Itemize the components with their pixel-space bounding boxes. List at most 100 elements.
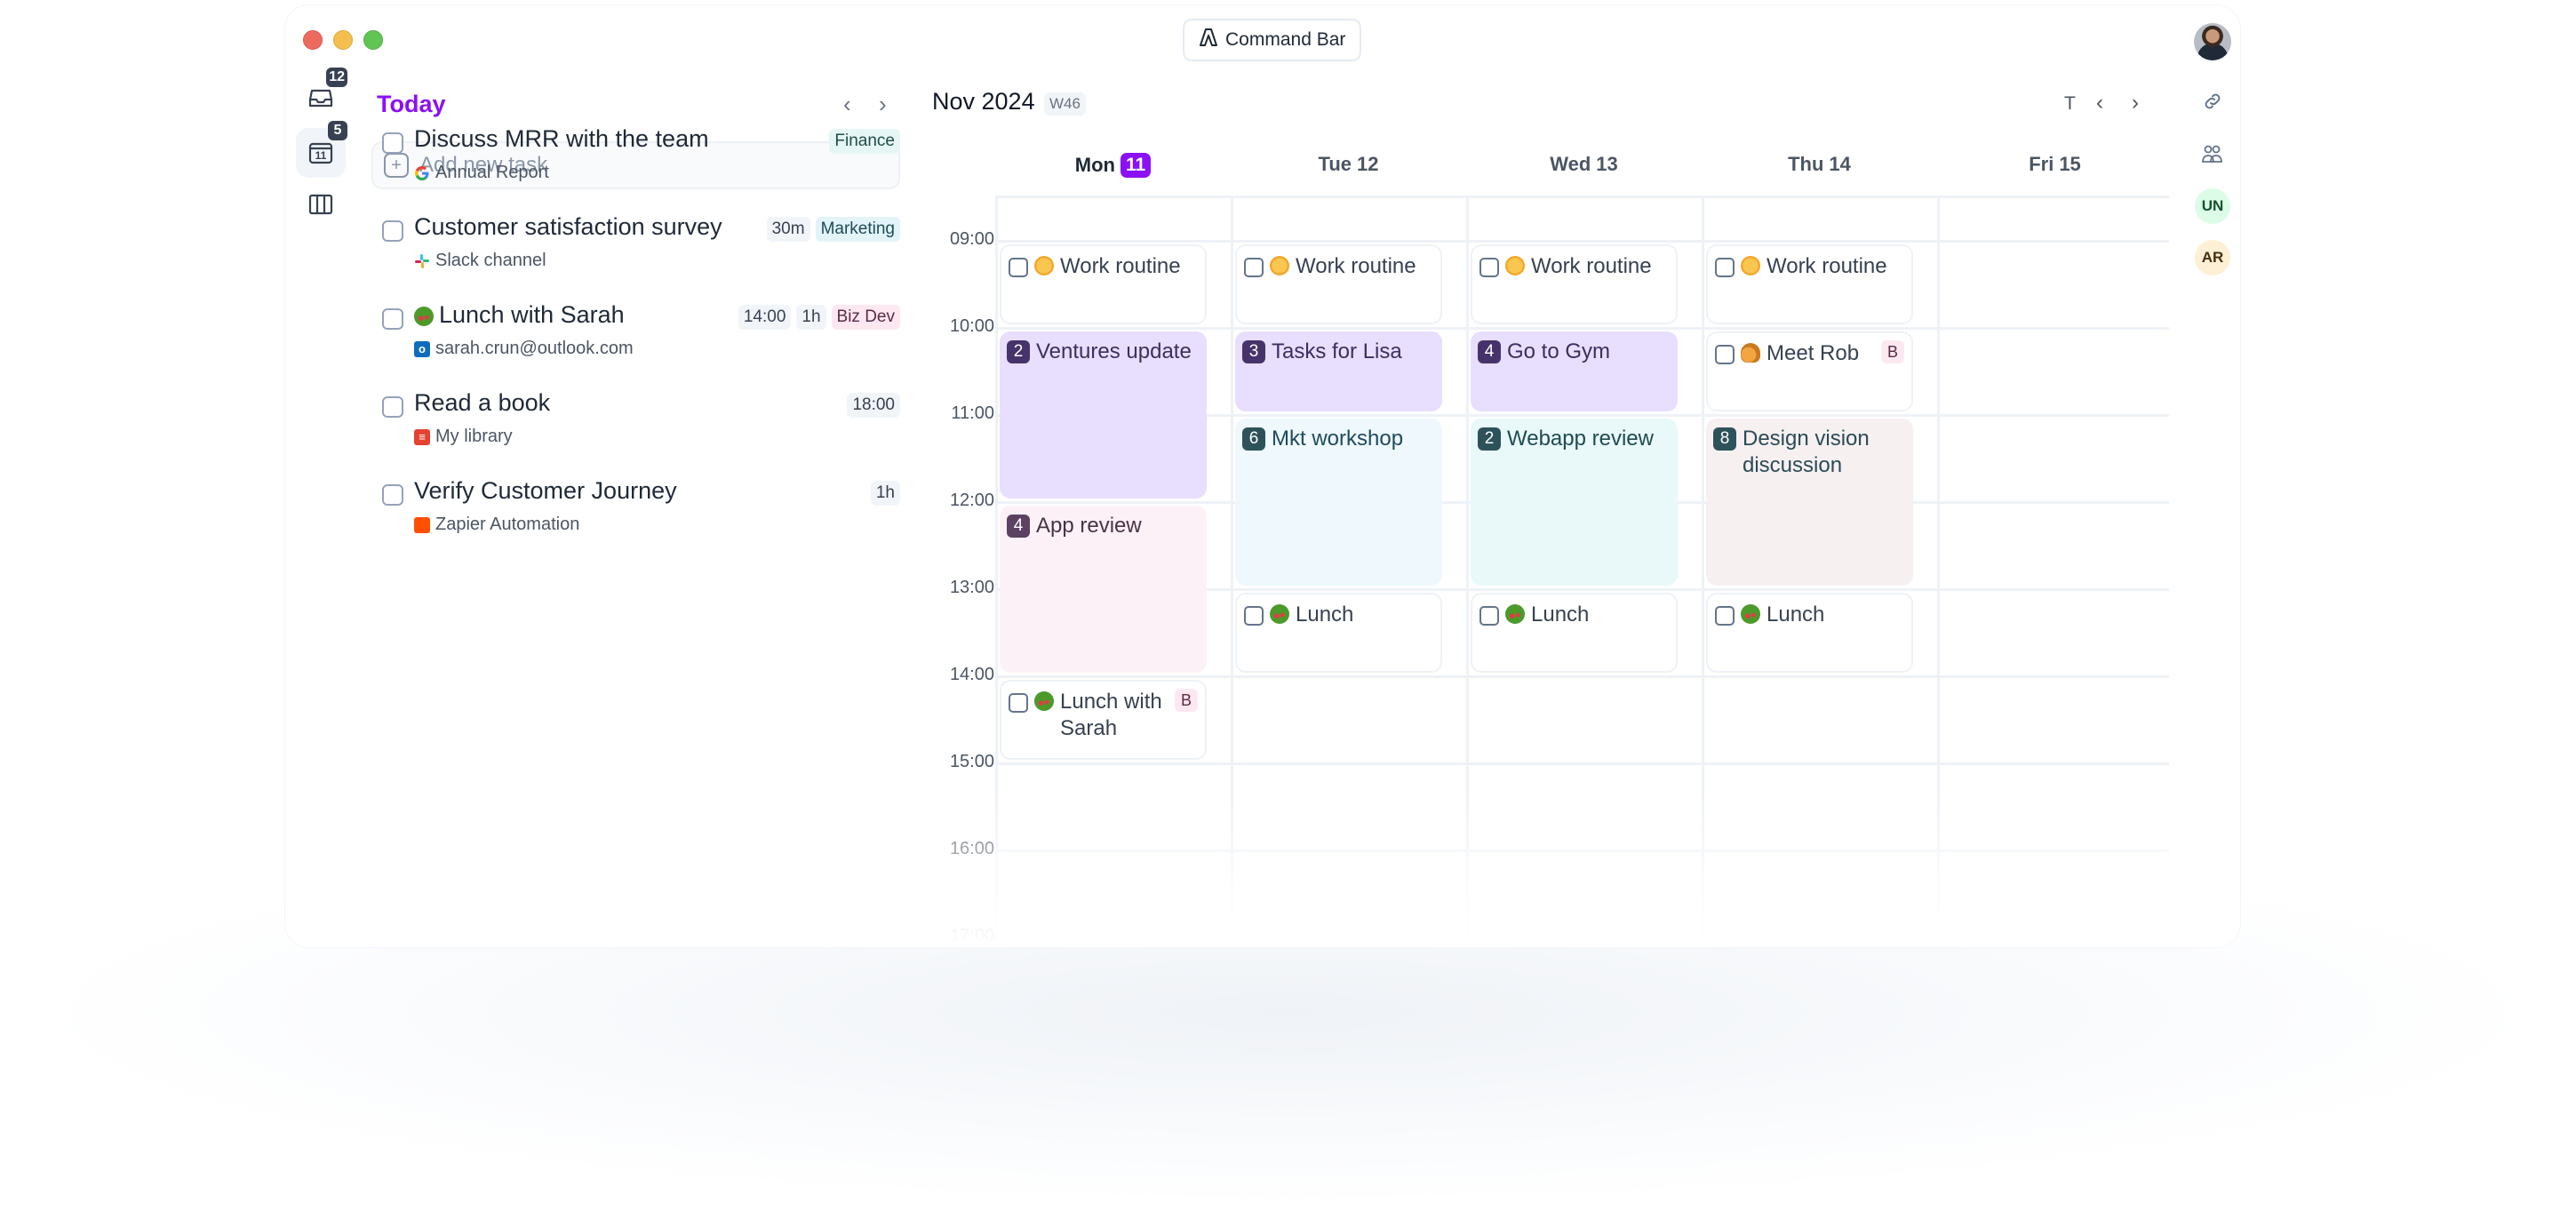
task-item[interactable]: Lunch with Sarah o sarah.crun@outlook.co… bbox=[371, 299, 900, 379]
event-count-badge: 8 bbox=[1713, 427, 1736, 451]
hour-label: 15:00 bbox=[949, 752, 994, 771]
day-name: Tue bbox=[1318, 153, 1352, 175]
calendar-event[interactable]: Meet Rob B bbox=[1706, 331, 1913, 411]
rail-inbox-button[interactable]: 12 bbox=[296, 68, 347, 124]
task-tag: 1h bbox=[796, 305, 826, 330]
task-item[interactable]: Customer satisfaction survey Slack chann… bbox=[371, 211, 900, 291]
google-icon bbox=[414, 165, 430, 181]
event-checkbox[interactable] bbox=[1715, 606, 1735, 626]
task-title: Lunch with Sarah bbox=[439, 301, 625, 328]
hour-line bbox=[995, 240, 2169, 243]
task-title: Read a book bbox=[414, 389, 551, 416]
calendar-event[interactable]: 3 Tasks for Lisa bbox=[1235, 331, 1442, 411]
calendar-prev-button[interactable]: ‹ bbox=[2096, 91, 2103, 116]
app-window: Command Bar 12 11 5 Today ‹ › + Add new … bbox=[284, 4, 2241, 948]
calendar-event[interactable]: 8 Design vision discussion bbox=[1706, 419, 1913, 586]
command-bar-icon bbox=[1199, 28, 1218, 52]
tasks-prev-button[interactable]: ‹ bbox=[843, 91, 851, 118]
hour-line bbox=[995, 675, 2169, 678]
calendar-event[interactable]: Lunch bbox=[1471, 593, 1678, 673]
maximize-window-button[interactable] bbox=[363, 30, 383, 50]
day-name: Wed bbox=[1550, 153, 1591, 175]
inbox-badge: 12 bbox=[326, 68, 347, 87]
collaborator-avatar-un[interactable]: UN bbox=[2195, 188, 2230, 224]
hour-line bbox=[995, 937, 2169, 939]
command-bar-button[interactable]: Command Bar bbox=[1183, 19, 1362, 61]
task-source[interactable]: Slack channel bbox=[435, 251, 546, 271]
task-checkbox[interactable] bbox=[382, 484, 403, 506]
tasks-next-button[interactable]: › bbox=[879, 91, 887, 118]
calendar-event[interactable]: 2 Webapp review bbox=[1471, 419, 1678, 586]
task-title: Customer satisfaction survey bbox=[414, 213, 722, 240]
day-header-mon[interactable]: Mon 11 bbox=[995, 153, 1231, 178]
day-header-wed[interactable]: Wed 13 bbox=[1466, 153, 1702, 176]
task-item[interactable]: Read a book ≡ My library 18:00 bbox=[371, 387, 900, 467]
calendar-event[interactable]: Work routine bbox=[1706, 244, 1913, 324]
event-checkbox[interactable] bbox=[1715, 345, 1735, 364]
day-header-tue[interactable]: Tue 12 bbox=[1231, 153, 1466, 176]
calendar-event[interactable]: Work routine bbox=[1471, 244, 1678, 324]
calendar-event[interactable]: Lunch bbox=[1235, 593, 1442, 673]
task-source[interactable]: My library bbox=[435, 427, 513, 447]
event-count-badge: 2 bbox=[1478, 427, 1501, 451]
minimize-window-button[interactable] bbox=[333, 30, 353, 50]
calendar-badge: 5 bbox=[328, 121, 347, 140]
event-title: Webapp review bbox=[1507, 427, 1654, 451]
task-checkbox[interactable] bbox=[382, 220, 403, 242]
calendar-event[interactable]: Lunch with Sarah B bbox=[1000, 680, 1207, 760]
command-bar-label: Command Bar bbox=[1225, 29, 1346, 50]
task-checkbox[interactable] bbox=[382, 396, 403, 418]
event-title: Work routine bbox=[1767, 254, 1887, 278]
day-header-fri[interactable]: Fri 15 bbox=[1937, 153, 2173, 176]
week-number-badge: W46 bbox=[1044, 92, 1086, 116]
day-column-line bbox=[1466, 196, 1469, 947]
rail-calendar-button[interactable]: 11 5 bbox=[296, 121, 347, 178]
task-source[interactable]: Annual Report bbox=[435, 163, 549, 183]
task-tag: 1h bbox=[870, 481, 900, 506]
task-title: Verify Customer Journey bbox=[414, 477, 677, 504]
grid-header-line bbox=[995, 196, 2169, 198]
calendar-event[interactable]: 6 Mkt workshop bbox=[1235, 419, 1442, 586]
event-checkbox[interactable] bbox=[1479, 606, 1499, 626]
event-checkbox[interactable] bbox=[1715, 258, 1735, 277]
calendar-event[interactable]: Lunch bbox=[1706, 593, 1913, 673]
people-icon[interactable] bbox=[2201, 142, 2224, 165]
calendar-event[interactable]: Work routine bbox=[1000, 244, 1207, 324]
event-title: Lunch with Sarah bbox=[1060, 690, 1162, 740]
task-checkbox[interactable] bbox=[382, 308, 403, 330]
close-window-button[interactable] bbox=[303, 30, 323, 50]
link-icon[interactable] bbox=[2201, 90, 2224, 113]
event-checkbox[interactable] bbox=[1479, 258, 1499, 277]
columns-icon bbox=[308, 194, 333, 219]
today-date-badge: 11 bbox=[1121, 153, 1152, 178]
inbox-icon bbox=[308, 87, 333, 113]
task-item[interactable]: Verify Customer Journey Zapier Automatio… bbox=[371, 475, 900, 555]
event-title: Go to Gym bbox=[1507, 339, 1611, 363]
task-source[interactable]: sarah.crun@outlook.com bbox=[435, 339, 634, 359]
event-checkbox[interactable] bbox=[1009, 258, 1028, 277]
event-title: Mkt workshop bbox=[1272, 427, 1404, 451]
calendar-event[interactable]: 2 Ventures update bbox=[1000, 331, 1207, 499]
event-title: Lunch bbox=[1767, 603, 1825, 626]
collaborator-avatar-ar[interactable]: AR bbox=[2195, 240, 2230, 275]
calendar-event[interactable]: 4 Go to Gym bbox=[1471, 331, 1678, 411]
event-checkbox[interactable] bbox=[1244, 258, 1264, 277]
event-checkbox[interactable] bbox=[1244, 606, 1264, 626]
sun-emoji-icon bbox=[1741, 256, 1760, 275]
day-column-line bbox=[1702, 196, 1704, 947]
calendar-event[interactable]: Work routine bbox=[1235, 244, 1442, 324]
day-column-line bbox=[995, 196, 998, 947]
task-tag: 30m bbox=[766, 217, 810, 242]
today-button[interactable]: T bbox=[2064, 93, 2076, 115]
event-title: Work routine bbox=[1060, 254, 1181, 278]
event-checkbox[interactable] bbox=[1009, 693, 1028, 713]
event-title: Design vision discussion bbox=[1743, 427, 1870, 477]
user-avatar[interactable] bbox=[2194, 23, 2231, 60]
task-item[interactable]: Discuss MRR with the team Annual Report … bbox=[371, 124, 900, 204]
calendar-next-button[interactable]: › bbox=[2132, 91, 2139, 116]
task-checkbox[interactable] bbox=[382, 132, 403, 154]
rail-board-button[interactable] bbox=[296, 181, 346, 231]
day-header-thu[interactable]: Thu 14 bbox=[1702, 153, 1937, 176]
calendar-event[interactable]: 4 App review bbox=[1000, 506, 1207, 673]
task-source[interactable]: Zapier Automation bbox=[435, 515, 579, 535]
